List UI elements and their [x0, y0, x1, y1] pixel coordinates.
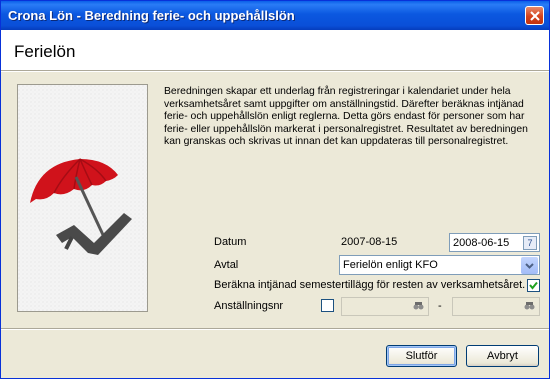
semester-checkbox[interactable]: [527, 279, 540, 292]
datum-label: Datum: [214, 236, 247, 248]
footer-divider: [1, 328, 549, 330]
binoculars-icon: [524, 302, 535, 310]
illustration-image: [17, 84, 148, 312]
title-bar[interactable]: Crona Lön - Beredning ferie- och uppehål…: [1, 1, 549, 30]
header-divider: [1, 70, 549, 72]
range-separator: -: [438, 300, 442, 312]
anstallningsnr-checkbox[interactable]: [321, 299, 334, 312]
close-button[interactable]: [525, 6, 544, 25]
checkmark-icon: [529, 281, 538, 290]
close-icon: [530, 11, 540, 21]
datum-value: 2007-08-15: [341, 236, 398, 248]
dropdown-button[interactable]: [521, 257, 538, 274]
anstallningsnr-to-field[interactable]: [452, 297, 540, 316]
binoculars-icon: [413, 302, 424, 310]
datum-field[interactable]: 2008-06-15 7: [449, 233, 540, 252]
calendar-icon[interactable]: 7: [523, 236, 537, 250]
anstallningsnr-label: Anställningsnr: [214, 300, 284, 312]
dialog-window: Crona Lön - Beredning ferie- och uppehål…: [0, 0, 550, 379]
umbrella-chair-icon: [18, 85, 147, 311]
anstallningsnr-from-field[interactable]: [341, 297, 429, 316]
chevron-down-icon: [525, 263, 534, 269]
page-title: Ferielön: [14, 42, 76, 61]
description-text: Beredningen skapar ett underlag från reg…: [164, 86, 528, 147]
finish-button[interactable]: Slutför: [386, 345, 457, 367]
semester-label: Beräkna intjänad semestertillägg för res…: [214, 279, 526, 291]
wizard-header: Ferielön: [1, 30, 549, 70]
window-title: Crona Lön - Beredning ferie- och uppehål…: [8, 8, 295, 23]
datum-input-text: 2008-06-15: [453, 237, 510, 249]
avtal-selected: Ferielön enligt KFO: [343, 259, 438, 271]
avtal-label: Avtal: [214, 259, 239, 271]
cancel-button[interactable]: Avbryt: [466, 345, 539, 367]
avtal-dropdown[interactable]: Ferielön enligt KFO: [339, 255, 540, 275]
